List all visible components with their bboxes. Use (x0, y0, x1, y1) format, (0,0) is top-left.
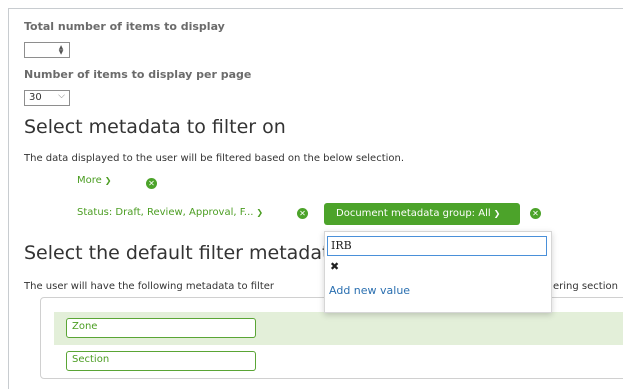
chevron-down-icon: ❯ (493, 209, 501, 218)
total-items-label: Total number of items to display (24, 20, 225, 33)
zone-chip[interactable]: Zone (66, 318, 256, 338)
group-filter-label: Document metadata group: All (336, 208, 491, 219)
dropdown-search-value: IRB (331, 239, 352, 252)
chevron-down-icon: ❯ (256, 208, 264, 217)
default-filter-description: The user will have the following metadat… (24, 281, 275, 292)
per-page-label: Number of items to display per page (24, 68, 252, 81)
remove-status-filter-icon[interactable]: ✕ (297, 208, 308, 219)
per-page-value: 30 (29, 92, 42, 103)
filter-section-description: The data displayed to the user will be f… (24, 153, 405, 164)
document-metadata-group-button[interactable]: Document metadata group: All ❯ (324, 203, 520, 225)
clear-icon[interactable]: ✖ (330, 260, 339, 273)
default-filter-heading: Select the default filter metadata (24, 242, 342, 264)
default-filter-description-tail: ering section (553, 281, 618, 292)
total-items-input[interactable]: ▲ ▼ (24, 42, 70, 58)
more-filters-label: More (77, 175, 102, 186)
chevron-down-icon: ❯ (104, 176, 112, 185)
per-page-select[interactable]: 30 ⌵ (24, 90, 70, 106)
metadata-group-dropdown: IRB ✖ Add new value (324, 231, 552, 313)
dropdown-search-input[interactable]: IRB (327, 236, 547, 256)
filter-section-heading: Select metadata to filter on (24, 116, 286, 138)
section-chip[interactable]: Section (66, 351, 256, 371)
add-new-value-link[interactable]: Add new value (329, 284, 410, 297)
remove-group-filter-icon[interactable]: ✕ (530, 208, 541, 219)
more-filters-link[interactable]: More ❯ (77, 175, 112, 186)
status-filter-label: Status: Draft, Review, Approval, F... (77, 207, 254, 218)
chevron-down-icon: ⌵ (58, 91, 65, 101)
zone-chip-label: Zone (72, 321, 98, 332)
status-filter-dropdown[interactable]: Status: Draft, Review, Approval, F... ❯ (77, 207, 263, 218)
remove-more-icon[interactable]: ✕ (146, 178, 157, 189)
spinner-icon[interactable]: ▲ ▼ (57, 45, 65, 56)
